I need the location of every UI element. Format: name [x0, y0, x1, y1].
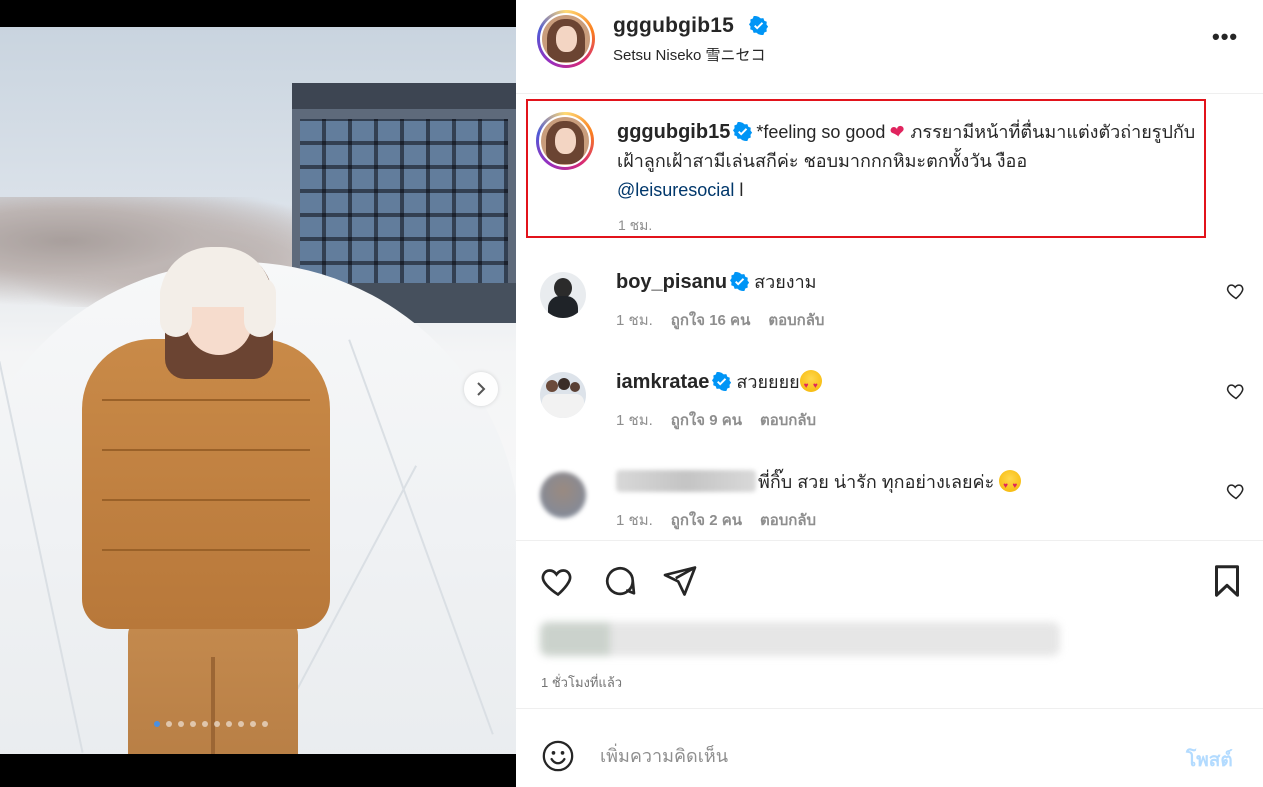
- caption-username[interactable]: gggubgib15: [617, 121, 730, 143]
- chevron-right-icon: [477, 382, 486, 396]
- comment-meta: 1 ชม. ถูกใจ 16 คน ตอบกลับ: [616, 308, 824, 332]
- post-timestamp: 1 ชั่วโมงที่แล้ว: [541, 675, 623, 690]
- comment-likes[interactable]: ถูกใจ 2 คน: [671, 508, 742, 532]
- bookmark-icon: [1215, 565, 1239, 597]
- commenter-avatar-blurred[interactable]: [540, 472, 586, 518]
- carousel-dot: [238, 721, 244, 727]
- verified-badge-icon: [749, 16, 768, 35]
- post-comment-button[interactable]: โพสต์: [1186, 745, 1233, 775]
- comment-body: boy_pisanu สวยงาม: [616, 270, 817, 294]
- carousel-dot: [190, 721, 196, 727]
- like-comment-heart-icon[interactable]: [1226, 381, 1246, 401]
- post-photo[interactable]: [0, 27, 516, 754]
- comment-time: 1 ชม.: [616, 512, 653, 529]
- caption-timestamp: 1 ชม.: [618, 217, 653, 233]
- commenter-avatar[interactable]: [540, 372, 586, 418]
- carousel-dot: [262, 721, 268, 727]
- author-username[interactable]: gggubgib15: [613, 14, 734, 38]
- commenter-avatar[interactable]: [540, 272, 586, 318]
- mention-link[interactable]: @leisuresocial: [617, 180, 734, 200]
- reply-button[interactable]: ตอบกลับ: [768, 308, 824, 332]
- liked-by-blurred: [540, 622, 1060, 656]
- carousel-dot: [214, 721, 220, 727]
- comment-button[interactable]: [602, 563, 638, 599]
- add-comment-bar: โพสต์: [516, 708, 1263, 787]
- comment-time: 1 ชม.: [616, 312, 653, 329]
- comment-time: 1 ชม.: [616, 412, 653, 429]
- caption-text-end: l: [734, 180, 744, 200]
- comment-item: iamkratae สวยยยย 1 ชม. ถูกใจ 9 คน ตอบกลับ: [516, 366, 1263, 466]
- reply-button[interactable]: ตอบกลับ: [760, 408, 816, 432]
- emoji-smiley-icon[interactable]: [541, 739, 575, 773]
- heart-eyes-emoji-icon: [799, 370, 822, 398]
- caption-author-avatar[interactable]: [536, 112, 594, 170]
- save-button[interactable]: [1209, 563, 1245, 599]
- paper-plane-icon: [663, 566, 697, 596]
- heart-eyes-emoji-icon: [999, 470, 1022, 498]
- carousel-dot: [250, 721, 256, 727]
- caption-text: gggubgib15 *feeling so good ❤ ภรรยามีหน้า…: [617, 118, 1207, 205]
- verified-badge-icon: [730, 272, 750, 291]
- more-options-button[interactable]: •••: [1212, 24, 1238, 50]
- post-panel: gggubgib15 Setsu Niseko 雪ニセコ ••• gggubgi…: [516, 0, 1263, 787]
- verified-badge-icon: [712, 372, 732, 391]
- carousel-dots: [154, 721, 268, 727]
- post-location[interactable]: Setsu Niseko 雪ニセコ: [613, 44, 766, 65]
- post-media: [0, 0, 516, 787]
- comment-bubble-icon: [605, 566, 636, 596]
- like-button[interactable]: [540, 563, 576, 599]
- comment-meta: 1 ชม. ถูกใจ 2 คน ตอบกลับ: [616, 508, 816, 532]
- heart-icon: [541, 569, 572, 597]
- comment-likes[interactable]: ถูกใจ 16 คน: [671, 308, 751, 332]
- reply-button[interactable]: ตอบกลับ: [760, 508, 816, 532]
- author-avatar[interactable]: [537, 10, 595, 68]
- like-comment-heart-icon[interactable]: [1226, 481, 1246, 501]
- commenter-username[interactable]: boy_pisanu: [616, 271, 727, 293]
- post-header: gggubgib15 Setsu Niseko 雪ニセコ •••: [516, 0, 1263, 94]
- carousel-dot: [226, 721, 232, 727]
- post-actions-bar: [516, 540, 1263, 620]
- comment-text: พี่กิ๊บ สวย น่ารัก ทุกอย่างเลยค่ะ: [758, 472, 1000, 492]
- caption-highlight: gggubgib15 *feeling so good ❤ ภรรยามีหน้า…: [526, 99, 1206, 238]
- comment-body: พี่กิ๊บ สวย น่ารัก ทุกอย่างเลยค่ะ: [616, 470, 1022, 498]
- verified-badge-icon: [733, 122, 753, 141]
- carousel-dot: [202, 721, 208, 727]
- carousel-dot: [166, 721, 172, 727]
- comment-item: boy_pisanu สวยงาม 1 ชม. ถูกใจ 16 คน ตอบกล…: [516, 266, 1263, 366]
- comment-text: สวยงาม: [754, 272, 817, 292]
- commenter-username-blurred[interactable]: [616, 470, 756, 492]
- caption-text-start: *feeling so good: [756, 122, 891, 142]
- comment-meta: 1 ชม. ถูกใจ 9 คน ตอบกลับ: [616, 408, 816, 432]
- comment-likes[interactable]: ถูกใจ 9 คน: [671, 408, 742, 432]
- comment-body: iamkratae สวยยยย: [616, 370, 822, 398]
- commenter-username[interactable]: iamkratae: [616, 371, 709, 393]
- share-button[interactable]: [662, 563, 698, 599]
- carousel-dot: [154, 721, 160, 727]
- comment-text: สวยยยย: [736, 372, 800, 392]
- comment-input[interactable]: [600, 739, 1160, 773]
- like-comment-heart-icon[interactable]: [1226, 281, 1246, 301]
- carousel-dot: [178, 721, 184, 727]
- carousel-next-button[interactable]: [464, 372, 498, 406]
